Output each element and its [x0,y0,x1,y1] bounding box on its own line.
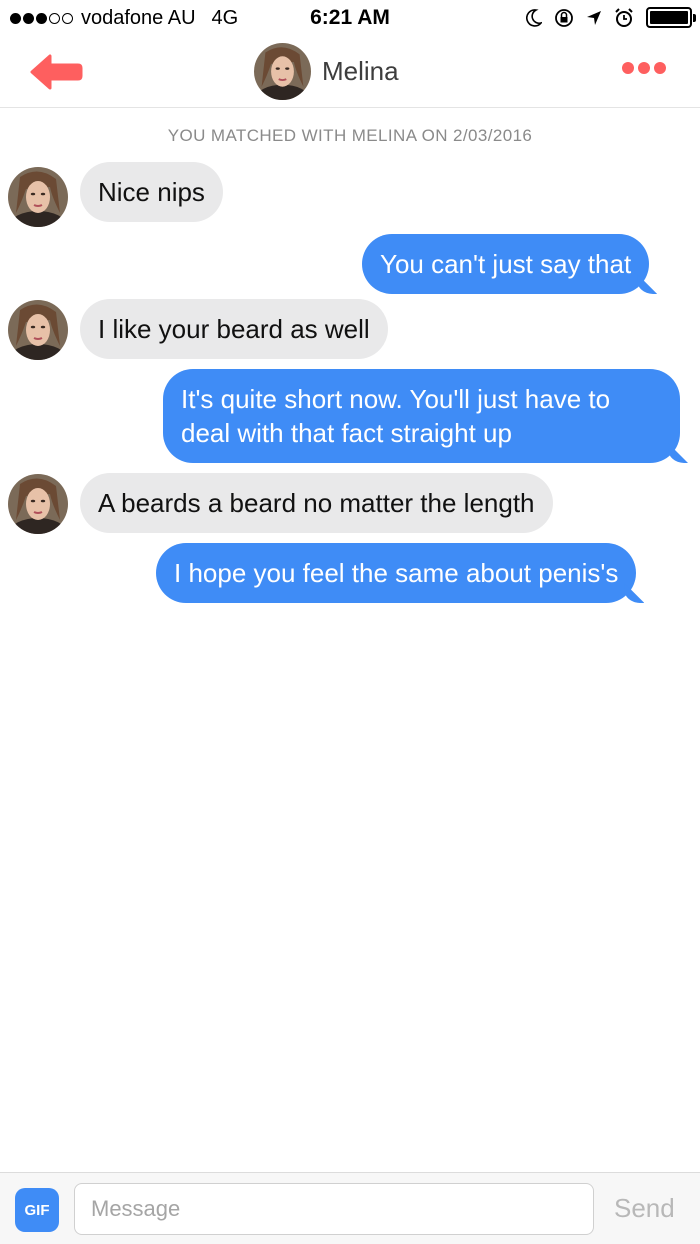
match-profile-link[interactable]: Melina [254,43,399,100]
status-right [526,7,696,28]
back-arrow-icon [30,54,83,90]
avatar[interactable] [254,43,311,100]
avatar[interactable] [8,167,68,227]
match-notice: YOU MATCHED WITH MELINA ON 2/03/2016 [167,126,533,145]
message-input[interactable] [74,1183,594,1235]
message-bubble-incoming[interactable]: Nice nips [80,162,223,222]
back-button[interactable] [28,52,84,92]
more-dots-icon [622,62,634,74]
message-bubble-outgoing[interactable]: You can't just say that [362,234,650,294]
chat-header: Melina [0,38,700,108]
message-composer: GIF Send [0,1172,700,1244]
alarm-icon [615,7,633,27]
message-bubble-incoming[interactable]: A beards a beard no matter the length [80,473,553,533]
match-name: Melina [322,56,399,86]
message-bubble-outgoing[interactable]: I hope you feel the same about penis's [156,543,637,603]
location-arrow-icon [587,10,601,25]
send-button[interactable]: Send [614,1193,675,1224]
more-options-button[interactable] [622,62,666,74]
moon-icon [526,8,542,27]
rotation-lock-icon [555,8,573,27]
avatar[interactable] [8,300,68,360]
message-bubble-incoming[interactable]: I like your beard as well [80,299,388,359]
gif-button[interactable]: GIF [15,1188,59,1232]
battery-icon [646,7,696,28]
status-bar: vodafone AU 4G 6:21 AM [0,0,700,38]
message-bubble-outgoing[interactable]: It's quite short now. You'll just have t… [163,369,680,463]
battery-fill [650,11,688,24]
avatar[interactable] [8,474,68,534]
